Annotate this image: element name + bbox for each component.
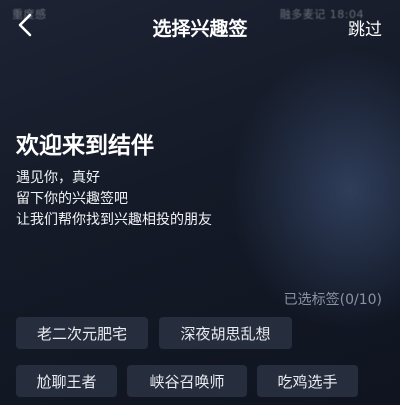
skip-button[interactable]: 跳过 [348,15,382,40]
tag-label: 尬聊王者 [36,372,97,391]
welcome-line-2: 留下你的兴趣签吧 [16,191,128,207]
selected-tags-count: 已选标签(0/10) [283,292,382,308]
interest-tag-summoner[interactable]: 峡谷召唤师 [127,365,247,397]
navigation-bar: 选择兴趣签 跳过 [0,0,400,52]
welcome-line-3: 让我们帮你找到兴趣相投的朋友 [16,212,212,228]
tag-label: 老二次元肥宅 [36,324,127,343]
welcome-line-1: 遇见你，真好 [16,170,100,186]
interest-tag-otaku[interactable]: 老二次元肥宅 [16,317,148,349]
tag-label: 吃鸡选手 [277,372,338,391]
interest-tag-awkward-chat[interactable]: 尬聊王者 [16,365,117,397]
interest-tag-late-night[interactable]: 深夜胡思乱想 [159,317,292,349]
tag-label: 峡谷召唤师 [149,372,225,391]
tag-label: 深夜胡思乱想 [180,324,271,343]
interest-tag-pubg[interactable]: 吃鸡选手 [257,365,358,397]
screen: 重度感 融多麦记 18:04 选择兴趣签 跳过 欢迎来到结伴 遇见你，真好 留下… [0,0,400,405]
welcome-section: 欢迎来到结伴 遇见你，真好 留下你的兴趣签吧 让我们帮你找到兴趣相投的朋友 [16,126,212,231]
welcome-title: 欢迎来到结伴 [16,133,154,159]
page-title: 选择兴趣签 [152,18,248,40]
